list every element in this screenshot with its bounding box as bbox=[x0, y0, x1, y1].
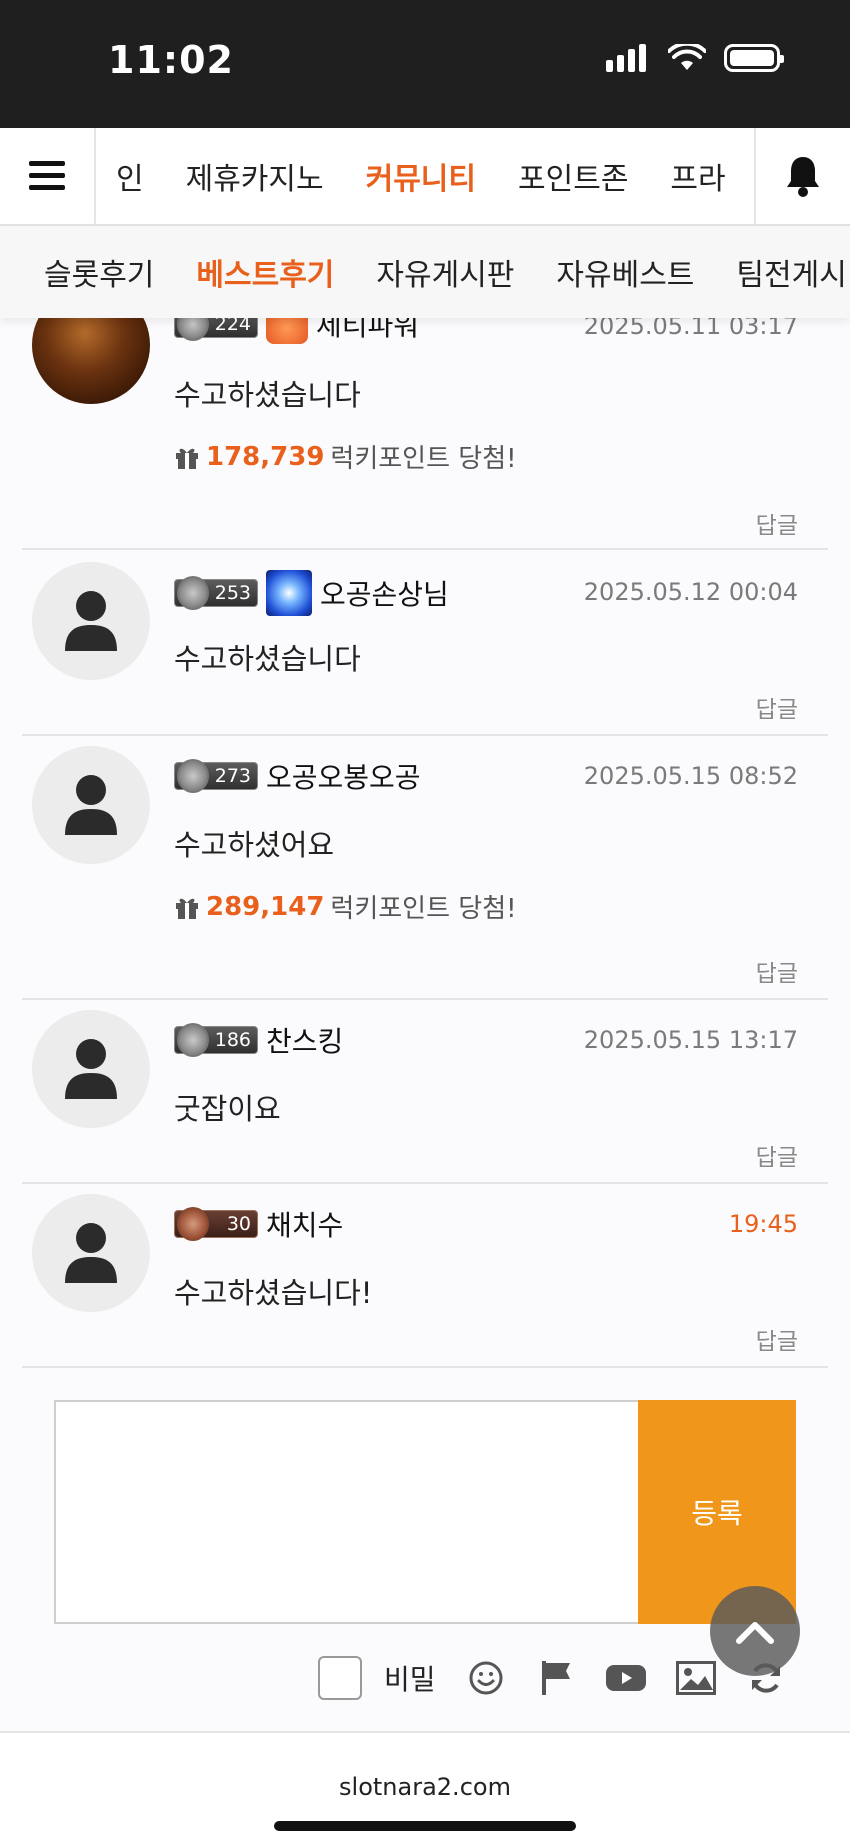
comment-text: 수고하셨습니다 bbox=[174, 642, 361, 676]
sub-nav-best-review[interactable]: 베스트후기 bbox=[196, 250, 334, 294]
lucky-amount: 289,147 bbox=[206, 891, 325, 922]
hamburger-menu-icon bbox=[29, 161, 65, 190]
gift-icon bbox=[176, 898, 198, 919]
sub-nav: 슬롯후기 베스트후기 자유게시판 자유베스트 팀전게시 bbox=[0, 226, 850, 318]
avatar[interactable] bbox=[32, 746, 150, 864]
nav-item-partner-casino[interactable]: 제휴카지노 bbox=[186, 154, 324, 198]
comment-date: 2025.05.15 13:17 bbox=[583, 1026, 798, 1054]
status-time: 11:02 bbox=[108, 38, 234, 82]
lucky-label: 럭키포인트 당첨! bbox=[330, 444, 517, 474]
user-placeholder-icon bbox=[65, 1039, 117, 1099]
comment-date: 2025.05.12 00:04 bbox=[583, 578, 798, 606]
site-domain[interactable]: slotnara2.com bbox=[0, 1773, 850, 1801]
nickname[interactable]: 오공손상님 bbox=[320, 573, 449, 613]
main-nav: 인 제휴카지노 커뮤니티 포인트존 프라 bbox=[0, 128, 850, 226]
nav-item-pra[interactable]: 프라 bbox=[670, 154, 725, 198]
lucky-point: 289,147 럭키포인트 당첨! bbox=[174, 888, 517, 925]
comment-date: 2025.05.15 08:52 bbox=[583, 762, 798, 790]
emoji-icon[interactable] bbox=[466, 1658, 506, 1698]
level-badge: 273 bbox=[174, 759, 258, 793]
nickname[interactable]: 오공오봉오공 bbox=[266, 756, 421, 796]
level-badge: 253 bbox=[174, 576, 258, 610]
lucky-label: 럭키포인트 당첨! bbox=[330, 894, 517, 924]
user-placeholder-icon bbox=[65, 775, 117, 835]
browser-address-bar: slotnara2.com bbox=[0, 1731, 850, 1843]
comment-text: 수고하셨습니다 bbox=[174, 378, 361, 412]
comment-textarea[interactable]: 등록 bbox=[54, 1400, 796, 1624]
home-indicator bbox=[274, 1821, 576, 1831]
comment-item: 224 제티파워 2025.05.11 03:17 수고하셨습니다 178,73… bbox=[22, 286, 828, 550]
nav-item-point-zone[interactable]: 포인트존 bbox=[518, 154, 628, 198]
comment-date: 19:45 bbox=[728, 1210, 798, 1238]
reply-button[interactable]: 답글 bbox=[756, 690, 798, 724]
comment-text: 수고하셨습니다! bbox=[174, 1276, 373, 1310]
youtube-icon[interactable] bbox=[605, 1658, 646, 1698]
reply-button[interactable]: 답글 bbox=[756, 506, 798, 540]
chevron-up-icon bbox=[736, 1622, 774, 1644]
comment-item: 30 채치수 19:45 수고하셨습니다! 답글 bbox=[22, 1184, 828, 1368]
reply-button[interactable]: 답글 bbox=[756, 1138, 798, 1172]
level-badge: 186 bbox=[174, 1023, 258, 1057]
bell-icon bbox=[787, 157, 819, 197]
sub-nav-free-board[interactable]: 자유게시판 bbox=[376, 250, 514, 294]
user-placeholder-icon bbox=[65, 591, 117, 651]
nickname[interactable]: 찬스킹 bbox=[266, 1020, 343, 1060]
lucky-amount: 178,739 bbox=[206, 441, 325, 472]
avatar[interactable] bbox=[32, 1010, 150, 1128]
battery-icon bbox=[724, 44, 784, 72]
comment-text: 굿잡이요 bbox=[174, 1092, 281, 1126]
notification-button[interactable] bbox=[754, 128, 850, 224]
level-badge: 30 bbox=[174, 1207, 258, 1241]
secret-checkbox[interactable] bbox=[318, 1656, 362, 1700]
main-nav-items: 인 제휴카지노 커뮤니티 포인트존 프라 bbox=[96, 128, 752, 224]
nav-item-community[interactable]: 커뮤니티 bbox=[366, 154, 476, 198]
avatar[interactable] bbox=[32, 1194, 150, 1312]
sub-nav-team-board[interactable]: 팀전게시 bbox=[736, 250, 846, 294]
image-icon[interactable] bbox=[675, 1658, 716, 1698]
sub-nav-slot-review[interactable]: 슬롯후기 bbox=[44, 250, 154, 294]
comment-text: 수고하셨어요 bbox=[174, 828, 335, 862]
avatar[interactable] bbox=[32, 562, 150, 680]
secret-label: 비밀 bbox=[384, 1663, 436, 1696]
scroll-to-top-button[interactable] bbox=[710, 1586, 800, 1676]
flag-icon[interactable] bbox=[536, 1658, 576, 1698]
wifi-icon bbox=[668, 44, 706, 70]
status-bar: 11:02 bbox=[0, 0, 850, 128]
comment-item: 186 찬스킹 2025.05.15 13:17 굿잡이요 답글 bbox=[22, 1000, 828, 1184]
user-icon bbox=[266, 570, 312, 616]
reply-button[interactable]: 답글 bbox=[756, 954, 798, 988]
comment-item: 273 오공오봉오공 2025.05.15 08:52 수고하셨어요 289,1… bbox=[22, 736, 828, 1000]
menu-button[interactable] bbox=[0, 128, 96, 224]
comment-item: 253 오공손상님 2025.05.12 00:04 수고하셨습니다 답글 bbox=[22, 550, 828, 736]
gift-icon bbox=[176, 448, 198, 469]
nav-item-login[interactable]: 인 bbox=[116, 154, 144, 198]
sub-nav-free-best[interactable]: 자유베스트 bbox=[556, 250, 694, 294]
user-placeholder-icon bbox=[65, 1223, 117, 1283]
nickname[interactable]: 채치수 bbox=[266, 1204, 343, 1244]
reply-button[interactable]: 답글 bbox=[756, 1322, 798, 1356]
lucky-point: 178,739 럭키포인트 당첨! bbox=[174, 438, 517, 475]
cellular-signal-icon bbox=[606, 44, 646, 72]
